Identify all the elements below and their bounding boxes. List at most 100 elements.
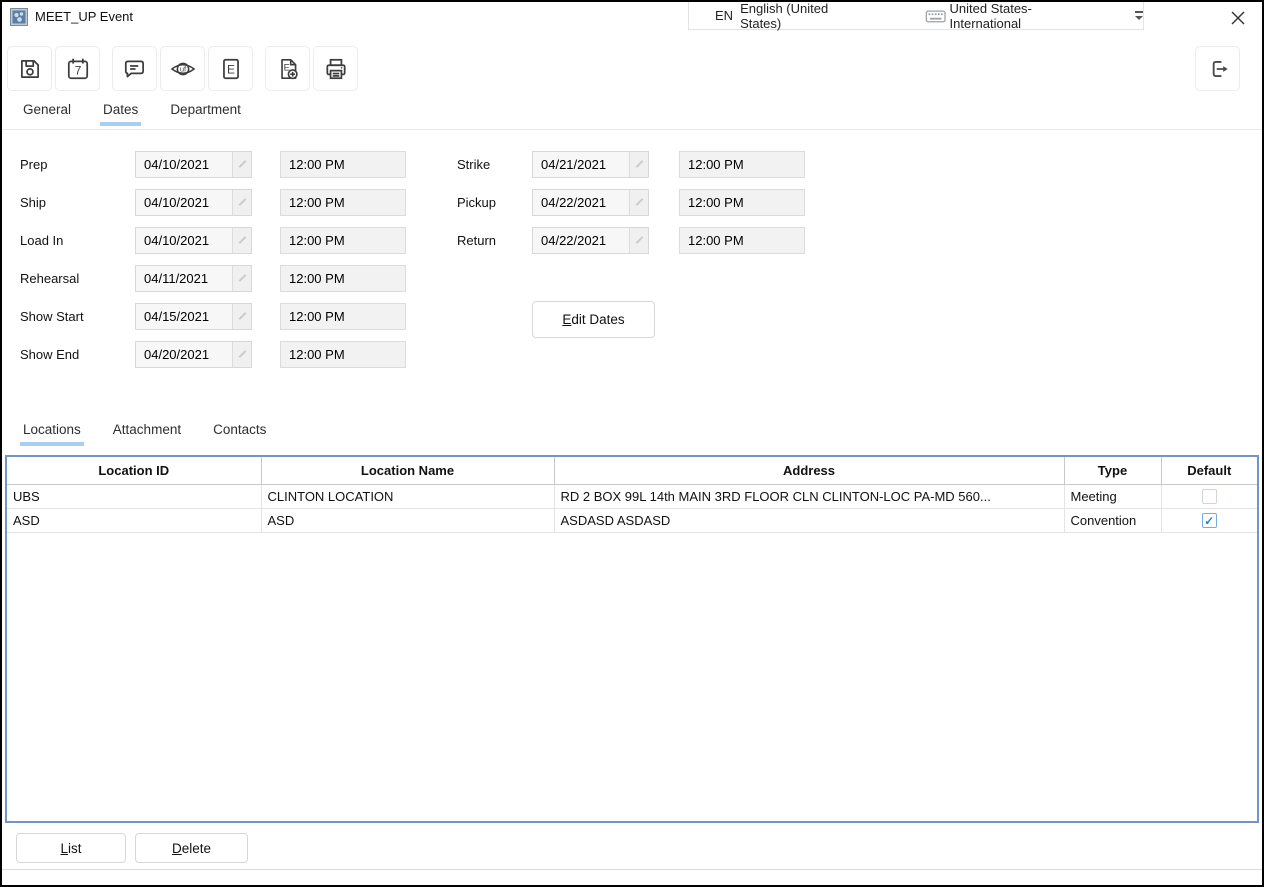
comment-button[interactable] <box>112 46 157 91</box>
list-button[interactable]: List <box>16 833 126 863</box>
date-picker-button[interactable] <box>629 152 648 177</box>
date-picker-icon <box>635 198 643 206</box>
svg-text:E: E <box>227 62 235 76</box>
date-picker-button[interactable] <box>629 228 648 253</box>
language-code[interactable]: EN <box>715 8 733 23</box>
table-row[interactable]: UBS CLINTON LOCATION RD 2 BOX 99L 14th M… <box>7 484 1257 508</box>
language-name[interactable]: English (United States) <box>740 1 869 31</box>
date-input[interactable]: 04/10/2021 <box>135 151 252 178</box>
tab-label: Locations <box>23 422 81 437</box>
date-row: Return 04/22/2021 12:00 PM <box>457 221 805 259</box>
date-row: Rehearsal 04/11/2021 12:00 PM <box>20 259 406 297</box>
calendar-icon: 7 <box>65 56 91 82</box>
language-options-icon[interactable] <box>1135 11 1143 20</box>
time-input[interactable]: 12:00 PM <box>280 151 406 178</box>
date-picker-icon <box>238 236 246 244</box>
date-row: Pickup 04/22/2021 12:00 PM <box>457 183 805 221</box>
dates-left-column: Prep 04/10/2021 12:00 PM Ship 04/10/2021… <box>20 145 406 373</box>
date-picker-button[interactable] <box>232 228 251 253</box>
cell-type[interactable]: Convention <box>1064 508 1161 532</box>
language-bar[interactable]: EN English (United States) United States… <box>688 1 1144 30</box>
date-row: Show End 04/20/2021 12:00 PM <box>20 335 406 373</box>
date-picker-button[interactable] <box>232 304 251 329</box>
date-picker-button[interactable] <box>232 266 251 291</box>
tab-label: Contacts <box>213 422 266 437</box>
cell-address[interactable]: ASDASD ASDASD <box>554 508 1064 532</box>
column-header-address[interactable]: Address <box>554 457 1064 484</box>
cell-location-id[interactable]: ASD <box>7 508 261 532</box>
date-value: 04/20/2021 <box>144 347 209 362</box>
column-header-type[interactable]: Type <box>1064 457 1161 484</box>
default-checkbox[interactable] <box>1202 513 1217 528</box>
event-book-icon: E <box>218 56 244 82</box>
tab[interactable]: General <box>20 102 74 126</box>
time-value: 12:00 PM <box>289 157 345 172</box>
column-header-location-name[interactable]: Location Name <box>261 457 554 484</box>
cell-location-id[interactable]: UBS <box>7 484 261 508</box>
time-input[interactable]: 12:00 PM <box>280 227 406 254</box>
cell-location-name[interactable]: ASD <box>261 508 554 532</box>
date-picker-button[interactable] <box>232 190 251 215</box>
time-input[interactable]: 12:00 PM <box>679 189 805 216</box>
date-input[interactable]: 04/10/2021 <box>135 227 252 254</box>
time-input[interactable]: 12:00 PM <box>280 341 406 368</box>
tab[interactable]: Contacts <box>210 422 269 446</box>
add-event-button[interactable]: E <box>265 46 310 91</box>
column-header-location-id[interactable]: Location ID <box>7 457 261 484</box>
svg-text:7: 7 <box>74 63 81 77</box>
date-picker-button[interactable] <box>629 190 648 215</box>
print-button[interactable] <box>313 46 358 91</box>
time-value: 12:00 PM <box>688 157 744 172</box>
preview-button[interactable]: uf <box>160 46 205 91</box>
date-input[interactable]: 04/11/2021 <box>135 265 252 292</box>
exit-icon <box>1205 56 1231 82</box>
date-value: 04/11/2021 <box>144 271 208 286</box>
date-field-label: Return <box>457 233 532 248</box>
date-input[interactable]: 04/22/2021 <box>532 189 649 216</box>
app-icon <box>10 8 28 26</box>
time-value: 12:00 PM <box>289 271 345 286</box>
exit-button[interactable] <box>1195 46 1240 91</box>
cell-location-name[interactable]: CLINTON LOCATION <box>261 484 554 508</box>
cell-default[interactable] <box>1161 484 1257 508</box>
tab-label: Attachment <box>113 422 181 437</box>
time-input[interactable]: 12:00 PM <box>679 227 805 254</box>
title-bar: MEET_UP Event EN English (United States)… <box>2 2 1262 32</box>
time-input[interactable]: 12:00 PM <box>280 265 406 292</box>
date-row: Prep 04/10/2021 12:00 PM <box>20 145 406 183</box>
cell-address[interactable]: RD 2 BOX 99L 14th MAIN 3RD FLOOR CLN CLI… <box>554 484 1064 508</box>
date-input[interactable]: 04/10/2021 <box>135 189 252 216</box>
event-book-button[interactable]: E <box>208 46 253 91</box>
time-input[interactable]: 12:00 PM <box>280 303 406 330</box>
date-picker-icon <box>635 160 643 168</box>
cell-type[interactable]: Meeting <box>1064 484 1161 508</box>
date-picker-icon <box>238 312 246 320</box>
time-input[interactable]: 12:00 PM <box>280 189 406 216</box>
date-input[interactable]: 04/21/2021 <box>532 151 649 178</box>
default-checkbox[interactable] <box>1202 489 1217 504</box>
tab[interactable]: Attachment <box>110 422 184 446</box>
date-field-label: Show Start <box>20 309 135 324</box>
main-tab-strip: General Dates Department <box>20 102 270 126</box>
date-picker-button[interactable] <box>232 342 251 367</box>
date-input[interactable]: 04/20/2021 <box>135 341 252 368</box>
date-input[interactable]: 04/15/2021 <box>135 303 252 330</box>
calendar-button[interactable]: 7 <box>55 46 100 91</box>
date-input[interactable]: 04/22/2021 <box>532 227 649 254</box>
column-header-default[interactable]: Default <box>1161 457 1257 484</box>
tab[interactable]: Locations <box>20 422 84 446</box>
cell-default[interactable] <box>1161 508 1257 532</box>
keyboard-icon <box>925 8 946 24</box>
status-bar-divider <box>2 869 1262 870</box>
edit-dates-button[interactable]: Edit Dates <box>532 301 655 338</box>
close-icon[interactable] <box>1230 10 1246 26</box>
delete-button[interactable]: Delete <box>135 833 248 863</box>
date-picker-button[interactable] <box>232 152 251 177</box>
keyboard-layout-name[interactable]: United States-International <box>950 1 1099 31</box>
time-input[interactable]: 12:00 PM <box>679 151 805 178</box>
table-row[interactable]: ASD ASD ASDASD ASDASD Convention <box>7 508 1257 532</box>
tab[interactable]: Department <box>167 102 244 126</box>
date-value: 04/21/2021 <box>541 157 606 172</box>
save-button[interactable] <box>7 46 52 91</box>
tab[interactable]: Dates <box>100 102 141 126</box>
